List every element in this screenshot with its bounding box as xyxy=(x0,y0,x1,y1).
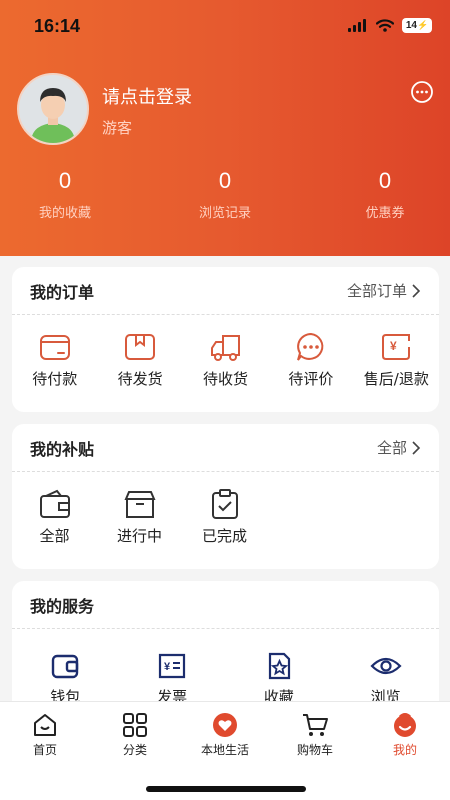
stat-value: 0 xyxy=(218,168,232,193)
tab-local-life[interactable]: 本地生活 xyxy=(180,712,270,758)
heart-icon xyxy=(213,713,237,737)
service-invoice[interactable]: ¥ 发票 xyxy=(119,635,226,707)
subsidy-card: 我的补贴 全部 全部 进行中 已完成 xyxy=(12,424,439,569)
order-pending-payment[interactable]: 待付款 xyxy=(12,315,97,389)
order-pending-receive[interactable]: 待收货 xyxy=(183,315,268,389)
stat-label: 我的收藏 xyxy=(38,206,91,221)
orders-title: 我的订单 xyxy=(30,282,95,302)
eye-icon xyxy=(370,657,402,675)
package-icon xyxy=(125,334,156,360)
subsidy-label: 已完成 xyxy=(201,527,247,545)
stat-favorites[interactable]: 0 我的收藏 xyxy=(5,168,125,221)
order-label: 待付款 xyxy=(32,370,78,388)
order-pending-review[interactable]: 待评价 xyxy=(268,315,353,389)
service-wallet[interactable]: 钱包 xyxy=(12,635,119,707)
stat-value: 0 xyxy=(378,168,392,193)
subsidy-label: 进行中 xyxy=(116,527,162,545)
profile-icon xyxy=(394,713,416,737)
status-icons: 14 ⚡ xyxy=(348,18,432,33)
message-icon[interactable] xyxy=(410,80,434,104)
user-role: 游客 xyxy=(102,119,133,137)
tab-profile[interactable]: 我的 xyxy=(360,712,450,758)
orders-card: 我的订单 全部订单 待付款 待发货 待收货 待评价 ¥ 售后/退款 xyxy=(12,267,439,412)
svg-text:¥: ¥ xyxy=(390,339,397,353)
box-icon xyxy=(123,491,156,518)
svg-text:¥: ¥ xyxy=(164,661,171,673)
status-bar: 16:14 14 ⚡ xyxy=(0,0,450,50)
cart-icon xyxy=(303,714,328,736)
order-label: 待评价 xyxy=(288,370,334,388)
order-label: 待收货 xyxy=(203,370,249,388)
profile-stats: 0 我的收藏 0 浏览记录 0 优惠券 xyxy=(0,168,450,233)
subsidy-label: 全部 xyxy=(39,527,70,545)
wallet-icon xyxy=(39,489,70,518)
subsidy-title: 我的补贴 xyxy=(30,439,95,459)
truck-icon xyxy=(210,335,240,361)
subsidy-in-progress[interactable]: 进行中 xyxy=(97,472,182,546)
chevron-right-icon xyxy=(412,283,421,298)
service-favorites[interactable]: 收藏 xyxy=(226,635,333,707)
tab-cart[interactable]: 购物车 xyxy=(270,712,360,758)
avatar[interactable] xyxy=(17,73,89,145)
stat-history[interactable]: 0 浏览记录 xyxy=(165,168,285,221)
stat-coupons[interactable]: 0 优惠券 xyxy=(325,168,445,221)
subsidy-all-label: 全部 xyxy=(376,439,407,457)
status-time: 16:14 xyxy=(34,16,81,36)
order-after-sales[interactable]: ¥ 售后/退款 xyxy=(354,315,439,389)
tab-label: 分类 xyxy=(122,743,147,757)
subsidy-all[interactable]: 全部 xyxy=(12,472,97,546)
order-label: 售后/退款 xyxy=(363,370,429,388)
invoice-icon: ¥ xyxy=(159,653,186,679)
tab-label: 首页 xyxy=(32,743,57,757)
tab-label: 本地生活 xyxy=(200,743,249,757)
all-orders-link[interactable]: 全部订单 xyxy=(347,280,421,301)
battery-level: 14 xyxy=(405,20,417,31)
stat-label: 浏览记录 xyxy=(198,206,251,221)
tab-label: 我的 xyxy=(392,743,417,757)
chat-icon xyxy=(296,332,324,361)
chevron-right-icon xyxy=(412,440,421,455)
refund-icon: ¥ xyxy=(382,334,411,360)
clipboard-check-icon xyxy=(211,489,238,519)
wallet-icon xyxy=(52,654,79,679)
login-prompt[interactable]: 请点击登录 xyxy=(102,83,192,109)
home-indicator xyxy=(146,786,306,792)
stat-label: 优惠券 xyxy=(365,206,405,221)
wifi-icon xyxy=(376,19,394,32)
battery-icon: 14 ⚡ xyxy=(402,18,432,33)
bookmark-star-icon xyxy=(268,652,290,680)
order-label: 待发货 xyxy=(117,370,163,388)
tab-home[interactable]: 首页 xyxy=(0,712,90,758)
category-icon xyxy=(123,713,147,737)
subsidy-all-link[interactable]: 全部 xyxy=(377,437,421,458)
home-icon xyxy=(34,714,56,736)
services-title: 我的服务 xyxy=(30,596,95,616)
subsidy-completed[interactable]: 已完成 xyxy=(182,472,267,546)
tab-label: 购物车 xyxy=(296,743,333,757)
tab-category[interactable]: 分类 xyxy=(90,712,180,758)
wallet-icon xyxy=(39,335,70,360)
signal-icon xyxy=(348,19,366,32)
service-browse[interactable]: 浏览 xyxy=(332,635,439,707)
stat-value: 0 xyxy=(58,168,72,193)
order-pending-ship[interactable]: 待发货 xyxy=(97,315,182,389)
all-orders-label: 全部订单 xyxy=(346,282,407,300)
